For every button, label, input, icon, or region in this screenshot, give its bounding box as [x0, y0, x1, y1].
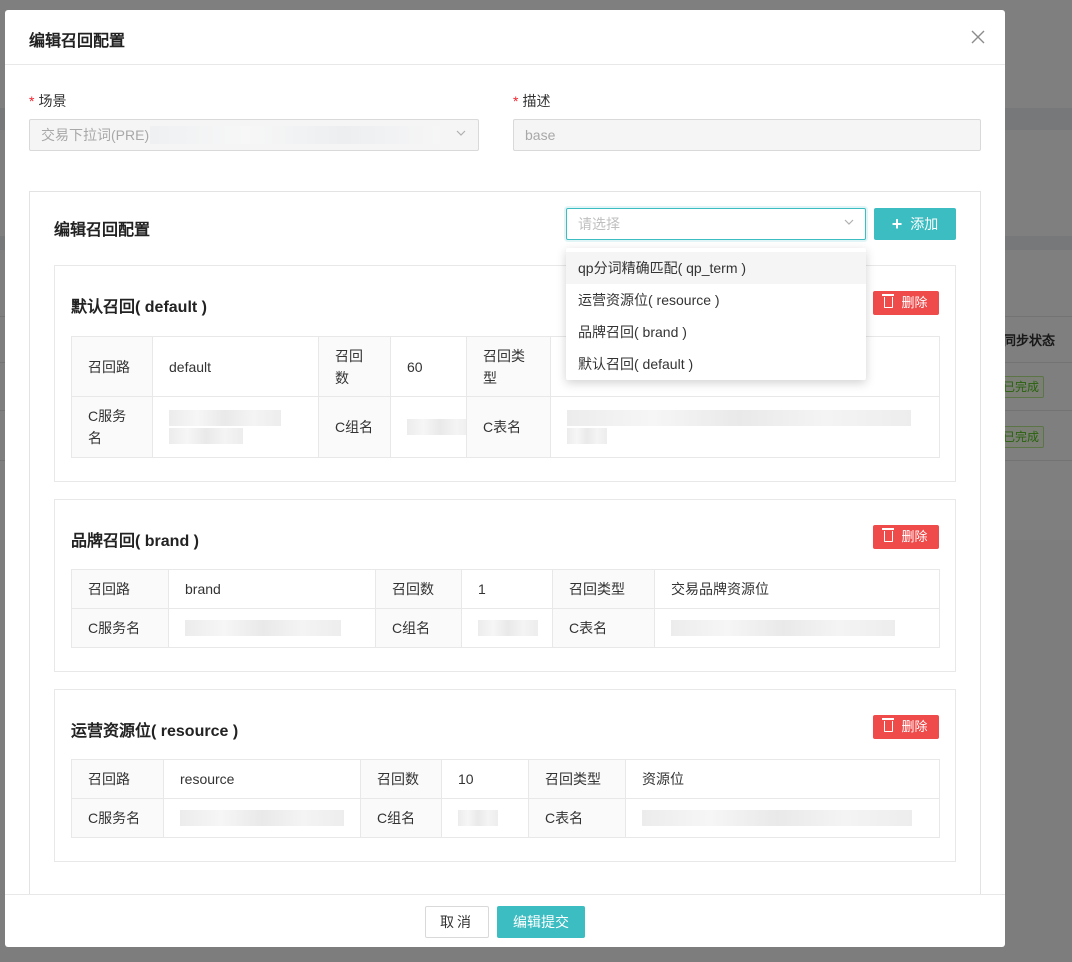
redacted-value — [152, 396, 319, 458]
table-key: 召回路 — [71, 336, 153, 397]
redacted-value — [441, 798, 529, 838]
dropdown-option[interactable]: qp分词精确匹配( qp_term ) — [566, 252, 866, 284]
table-key: C组名 — [360, 798, 442, 838]
chevron-down-icon — [843, 209, 855, 239]
table-key: 召回路 — [71, 569, 169, 609]
table-key: C表名 — [466, 396, 551, 458]
redacted-value — [550, 396, 940, 458]
redacted-value — [163, 798, 361, 838]
table-key: 召回类型 — [466, 336, 551, 397]
modal-header: 编辑召回配置 — [5, 10, 1005, 65]
table-value: 1 — [461, 569, 553, 609]
redacted-value — [654, 608, 940, 648]
scene-select[interactable]: 交易下拉词(PRE): — [29, 119, 479, 151]
delete-button[interactable]: 删除 — [873, 291, 939, 315]
table-value: 交易品牌资源位 — [654, 569, 940, 609]
table-key: C服务名 — [71, 608, 169, 648]
table-key: C服务名 — [71, 798, 164, 838]
redacted-text — [150, 126, 440, 144]
recall-detail-table: 召回路 brand 召回数 1 召回类型 交易品牌资源位 C服务名 C组名 C表… — [71, 569, 940, 648]
add-button[interactable]: + 添加 — [874, 208, 956, 240]
table-key: 召回类型 — [528, 759, 626, 799]
table-row: C服务名 C组名 C表名 — [71, 608, 940, 648]
plus-icon: + — [891, 214, 903, 234]
trash-icon — [882, 718, 895, 732]
trash-icon — [882, 294, 895, 308]
description-label: * 描述 — [513, 93, 551, 109]
table-value: 60 — [390, 336, 467, 397]
redacted-value — [461, 608, 553, 648]
select-placeholder: 请选择 — [578, 216, 620, 232]
table-key: 召回数 — [360, 759, 442, 799]
modal-footer: 取消 编辑提交 — [5, 894, 1005, 947]
description-input[interactable]: base — [513, 119, 981, 151]
card-title: 默认召回( default ) — [71, 299, 207, 316]
cancel-button[interactable]: 取消 — [425, 906, 489, 938]
card-title: 品牌召回( brand ) — [71, 533, 199, 550]
table-key: C表名 — [552, 608, 655, 648]
recall-type-dropdown: qp分词精确匹配( qp_term ) 运营资源位( resource ) 品牌… — [566, 248, 866, 380]
trash-icon — [882, 528, 895, 542]
dropdown-option[interactable]: 运营资源位( resource ) — [566, 284, 866, 316]
recall-card-resource: 运营资源位( resource ) 删除 召回路 resource 召回数 10… — [54, 689, 956, 862]
card-title: 运营资源位( resource ) — [71, 723, 239, 740]
table-value: resource — [163, 759, 361, 799]
redacted-value — [390, 396, 473, 458]
recall-detail-table: 召回路 resource 召回数 10 召回类型 资源位 C服务名 C组名 C表… — [71, 759, 940, 838]
table-value: 资源位 — [625, 759, 940, 799]
scene-value: 交易下拉词(PRE): — [41, 127, 153, 143]
table-value: 10 — [441, 759, 529, 799]
delete-button[interactable]: 删除 — [873, 715, 939, 739]
table-row: 召回路 brand 召回数 1 召回类型 交易品牌资源位 — [71, 569, 940, 609]
panel-title: 编辑召回配置 — [54, 222, 151, 239]
recall-card-brand: 品牌召回( brand ) 删除 召回路 brand 召回数 1 召回类型 交易… — [54, 499, 956, 672]
redacted-value — [625, 798, 940, 838]
submit-button[interactable]: 编辑提交 — [497, 906, 585, 938]
delete-button[interactable]: 删除 — [873, 525, 939, 549]
chevron-down-icon — [455, 120, 467, 150]
table-key: C组名 — [375, 608, 462, 648]
table-key: 召回数 — [318, 336, 391, 397]
modal-title: 编辑召回配置 — [29, 33, 126, 50]
table-key: 召回类型 — [552, 569, 655, 609]
edit-recall-modal: 编辑召回配置 * 场景 交易下拉词(PRE): * 描述 base 编辑召回配置 请… — [5, 10, 1005, 947]
table-value: default — [152, 336, 319, 397]
table-key: 召回路 — [71, 759, 164, 799]
table-value: brand — [168, 569, 376, 609]
table-key: C表名 — [528, 798, 626, 838]
table-key: C组名 — [318, 396, 391, 458]
table-key: 召回数 — [375, 569, 462, 609]
table-row: 召回路 resource 召回数 10 召回类型 资源位 — [71, 759, 940, 799]
dropdown-option[interactable]: 品牌召回( brand ) — [566, 316, 866, 348]
dropdown-option[interactable]: 默认召回( default ) — [566, 348, 866, 380]
scene-label: * 场景 — [29, 93, 67, 109]
close-icon[interactable] — [967, 26, 989, 48]
redacted-value — [168, 608, 376, 648]
table-row: C服务名 C组名 C表名 — [71, 396, 940, 458]
table-row: C服务名 C组名 C表名 — [71, 798, 940, 838]
recall-type-select[interactable]: 请选择 — [566, 208, 866, 240]
table-key: C服务名 — [71, 396, 153, 458]
